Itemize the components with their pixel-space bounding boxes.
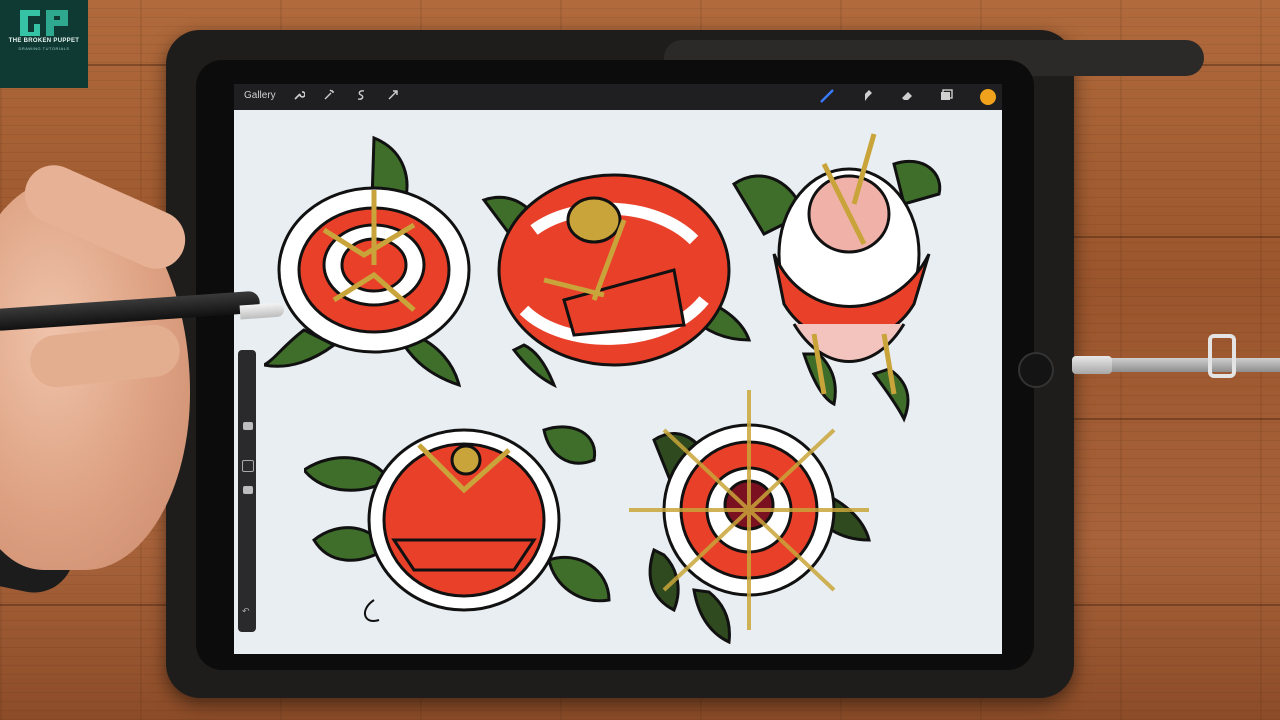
cable-tie	[1208, 334, 1236, 378]
rose-illustration-3	[731, 133, 942, 423]
selection-icon[interactable]	[352, 88, 370, 106]
top-toolbar: Gallery	[234, 84, 1002, 110]
home-button[interactable]	[1018, 352, 1054, 388]
modify-button[interactable]	[242, 460, 254, 472]
side-toolbar: ↶	[238, 350, 256, 632]
logo-title: THE BROKEN PUPPET	[8, 38, 80, 44]
cable-plug	[1072, 356, 1112, 374]
magic-wand-icon[interactable]	[320, 88, 338, 106]
logo-mark-icon	[20, 10, 68, 36]
logo-subtitle: DRAWING TUTORIALS	[18, 46, 70, 51]
app-screen: Gallery ↶	[234, 84, 1002, 654]
undo-icon[interactable]: ↶	[242, 606, 250, 617]
brush-size-slider[interactable]	[243, 422, 253, 430]
transform-arrow-icon[interactable]	[384, 88, 402, 106]
drawing-canvas[interactable]: ↶	[234, 110, 1002, 654]
smudge-icon[interactable]	[858, 88, 876, 106]
rose-illustration-1	[264, 135, 471, 388]
color-picker-button[interactable]	[980, 89, 996, 105]
rose-illustration-2	[481, 173, 752, 389]
eraser-icon[interactable]	[898, 88, 916, 106]
opacity-slider[interactable]	[243, 486, 253, 494]
layers-icon[interactable]	[938, 88, 956, 106]
brush-icon[interactable]	[818, 88, 836, 106]
wrench-icon[interactable]	[290, 88, 308, 106]
rose-illustration-4	[304, 425, 611, 622]
rose-illustration-5	[629, 390, 871, 645]
gallery-button[interactable]: Gallery	[244, 90, 276, 101]
channel-logo: THE BROKEN PUPPET DRAWING TUTORIALS	[0, 0, 88, 88]
